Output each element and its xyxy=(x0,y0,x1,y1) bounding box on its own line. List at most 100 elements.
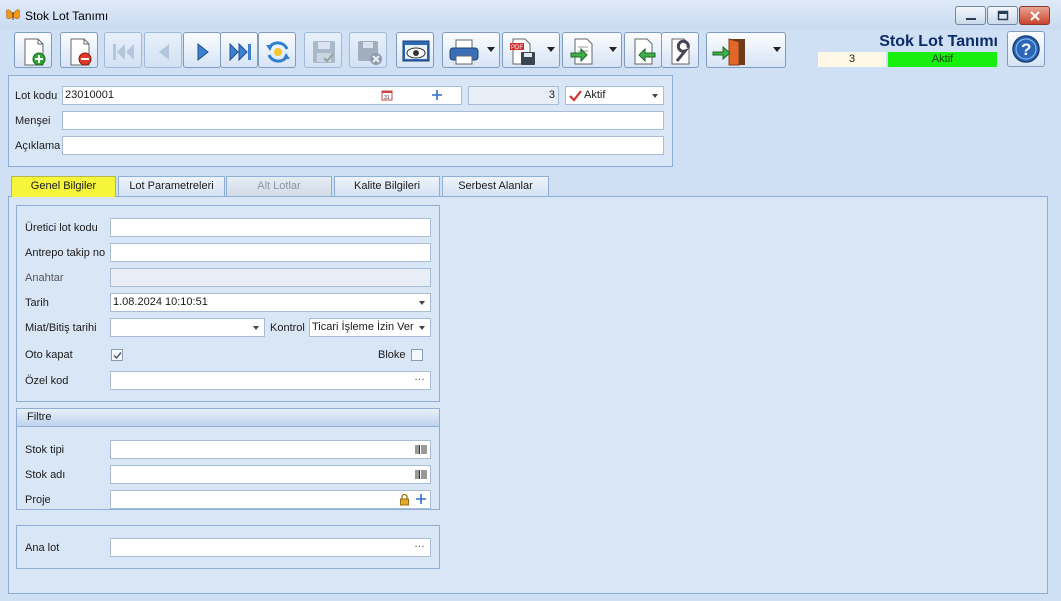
refresh-icon xyxy=(266,41,290,63)
uretici-lot-kodu-input[interactable] xyxy=(110,218,431,237)
lot-kodu-label: Lot kodu xyxy=(15,90,58,102)
import-icon xyxy=(634,38,656,65)
stok-adi-label: Stok adı xyxy=(25,469,66,481)
exit-button[interactable] xyxy=(706,32,786,68)
chevron-down-icon[interactable] xyxy=(419,301,425,305)
add-icon[interactable] xyxy=(431,89,443,101)
new-button[interactable] xyxy=(14,32,52,68)
chevron-down-icon[interactable] xyxy=(253,326,259,330)
checkmark-icon xyxy=(113,352,122,360)
pdf-export-button[interactable]: PDF xyxy=(502,32,560,68)
proje-label: Proje xyxy=(25,494,51,506)
next-record-button[interactable] xyxy=(183,32,221,68)
proje-input[interactable] xyxy=(110,490,431,509)
stok-tipi-input[interactable] xyxy=(110,440,431,459)
ana-lot-input[interactable]: … xyxy=(110,538,431,557)
mensei-label: Menşei xyxy=(15,115,51,127)
ellipsis-icon[interactable]: … xyxy=(414,372,425,386)
first-icon xyxy=(113,44,134,60)
ellipsis-icon[interactable]: … xyxy=(414,539,425,553)
last-record-button[interactable] xyxy=(220,32,258,68)
tab-serbest-alanlar[interactable]: Serbest Alanlar xyxy=(442,176,549,196)
window-title: Stok Lot Tanımı xyxy=(25,9,109,23)
uretici-lot-kodu-label: Üretici lot kodu xyxy=(25,222,98,234)
status-select[interactable]: Aktif xyxy=(565,86,664,105)
ozel-kod-label: Özel kod xyxy=(25,375,69,387)
lock-icon[interactable] xyxy=(399,493,410,506)
tab-lot-parametreleri[interactable]: Lot Parametreleri xyxy=(118,176,225,196)
minimize-icon xyxy=(966,18,976,20)
oto-kapat-checkbox[interactable] xyxy=(111,349,123,361)
print-icon xyxy=(449,39,479,65)
kontrol-value: Ticari İşleme İzin Ver xyxy=(312,321,414,333)
print-button[interactable] xyxy=(442,32,500,68)
pdf-icon: PDF xyxy=(510,38,535,65)
bloke-checkbox[interactable] xyxy=(411,349,423,361)
filtre-group: Filtre Stok tipi Stok adı Proje xyxy=(16,408,440,510)
oto-kapat-label: Oto kapat xyxy=(25,349,73,361)
previous-icon xyxy=(159,44,169,60)
tab-genel-bilgiler[interactable]: Genel Bilgiler xyxy=(11,176,116,197)
ozel-kod-input[interactable]: … xyxy=(110,371,431,390)
last-icon xyxy=(229,42,251,62)
close-icon xyxy=(1030,11,1040,21)
antrepo-takip-no-input[interactable] xyxy=(110,243,431,262)
close-button[interactable] xyxy=(1019,6,1050,25)
tarih-input[interactable]: 1.08.2024 10:10:51 xyxy=(110,293,431,312)
record-count: 3 xyxy=(818,52,886,67)
preview-icon xyxy=(402,40,430,62)
tarih-label: Tarih xyxy=(25,297,49,309)
add-icon[interactable] xyxy=(415,493,427,505)
stok-adi-input[interactable] xyxy=(110,465,431,484)
export-icon xyxy=(570,38,593,65)
refresh-button[interactable] xyxy=(258,32,296,68)
export-button[interactable] xyxy=(562,32,622,68)
chevron-down-icon[interactable] xyxy=(419,326,425,330)
previous-record-button[interactable] xyxy=(144,32,182,68)
exit-icon xyxy=(712,38,745,66)
minimize-button[interactable] xyxy=(955,6,986,25)
kontrol-select[interactable]: Ticari İşleme İzin Ver xyxy=(309,318,431,337)
miat-label: Miat/Bitiş tarihi xyxy=(25,322,97,334)
lot-kodu-value: 23010001 xyxy=(65,89,114,101)
check-icon xyxy=(569,90,582,102)
tools-button[interactable] xyxy=(661,32,699,68)
barcode-icon[interactable] xyxy=(415,444,427,455)
antrepo-takip-no-label: Antrepo takip no xyxy=(25,247,106,259)
delete-button[interactable] xyxy=(60,32,98,68)
save-button[interactable] xyxy=(304,32,342,68)
stok-tipi-label: Stok tipi xyxy=(25,444,65,456)
first-record-button[interactable] xyxy=(104,32,142,68)
miat-input[interactable] xyxy=(110,318,265,337)
filtre-header: Filtre xyxy=(17,409,439,427)
preview-button[interactable] xyxy=(396,32,434,68)
tab-content: Üretici lot kodu Antrepo takip no Anahta… xyxy=(8,196,1048,594)
delete-icon xyxy=(70,38,92,66)
tab-kalite-bilgileri[interactable]: Kalite Bilgileri xyxy=(334,176,440,196)
status-badge: Aktif xyxy=(888,52,997,67)
tools-icon xyxy=(671,38,690,65)
butterfly-icon xyxy=(6,9,20,20)
aciklama-input[interactable] xyxy=(62,136,664,155)
barcode-icon[interactable] xyxy=(415,469,427,480)
chevron-down-icon xyxy=(652,94,658,98)
calendar-icon[interactable]: 31 xyxy=(381,89,393,101)
aciklama-label: Açıklama xyxy=(15,140,61,152)
tab-alt-lotlar[interactable]: Alt Lotlar xyxy=(226,176,332,196)
save-close-button[interactable] xyxy=(349,32,387,68)
help-icon: ? xyxy=(1012,35,1040,63)
ana-lot-group: Ana lot … xyxy=(16,525,440,569)
lot-kodu-input[interactable]: 23010001 31 xyxy=(62,86,462,105)
import-button[interactable] xyxy=(624,32,662,68)
mensei-input[interactable] xyxy=(62,111,664,130)
status-select-value: Aktif xyxy=(584,89,606,101)
tarih-value: 1.08.2024 10:10:51 xyxy=(113,296,208,308)
svg-text:PDF: PDF xyxy=(511,45,523,51)
restore-button[interactable] xyxy=(987,6,1018,25)
cancel-save-icon xyxy=(358,41,382,65)
kontrol-label: Kontrol xyxy=(270,322,305,334)
help-button[interactable]: ? xyxy=(1007,31,1045,67)
genel-group: Üretici lot kodu Antrepo takip no Anahta… xyxy=(16,205,440,402)
anahtar-label: Anahtar xyxy=(25,272,64,284)
lot-header-panel: Lot kodu 23010001 31 3 Aktif Menşei Açık… xyxy=(8,75,673,167)
